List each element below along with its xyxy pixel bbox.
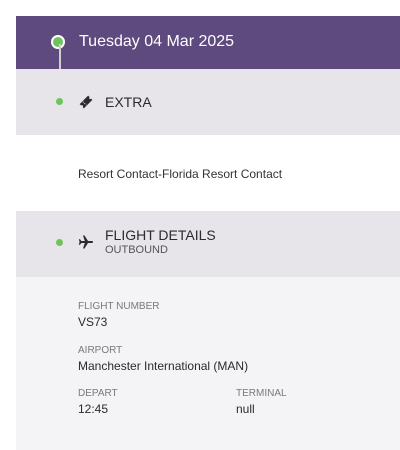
depart-value: 12:45 [78, 402, 109, 416]
airplane-icon [78, 234, 94, 250]
extra-description: Resort Contact-Florida Resort Contact [78, 167, 283, 181]
airport-label: AIRPORT [78, 345, 123, 356]
terminal-value: null [236, 402, 255, 416]
terminal-label: TERMINAL [236, 388, 287, 399]
flight-section-header: FLIGHT DETAILS OUTBOUND [16, 211, 400, 277]
itinerary-page: Tuesday 04 Mar 2025 EXTRA Resort Contact… [0, 0, 400, 450]
date-title: Tuesday 04 Mar 2025 [79, 33, 235, 50]
depart-label: DEPART [78, 388, 118, 399]
extra-title: EXTRA [105, 94, 152, 110]
airport-value: Manchester International (MAN) [78, 359, 249, 373]
flight-details: FLIGHT NUMBER VS73 AIRPORT Manchester In… [16, 277, 400, 450]
flight-direction: OUTBOUND [105, 244, 168, 256]
flight-number-value: VS73 [78, 315, 108, 329]
extra-section-header: EXTRA [16, 69, 400, 135]
ticket-icon [78, 94, 94, 110]
flight-number-label: FLIGHT NUMBER [78, 301, 160, 312]
extra-details: Resort Contact-Florida Resort Contact [16, 135, 400, 211]
timeline-node [56, 239, 63, 246]
date-header: Tuesday 04 Mar 2025 [16, 16, 400, 69]
flight-details-title: FLIGHT DETAILS [105, 227, 216, 243]
timeline-day-marker [51, 35, 65, 49]
timeline-node [56, 98, 63, 105]
